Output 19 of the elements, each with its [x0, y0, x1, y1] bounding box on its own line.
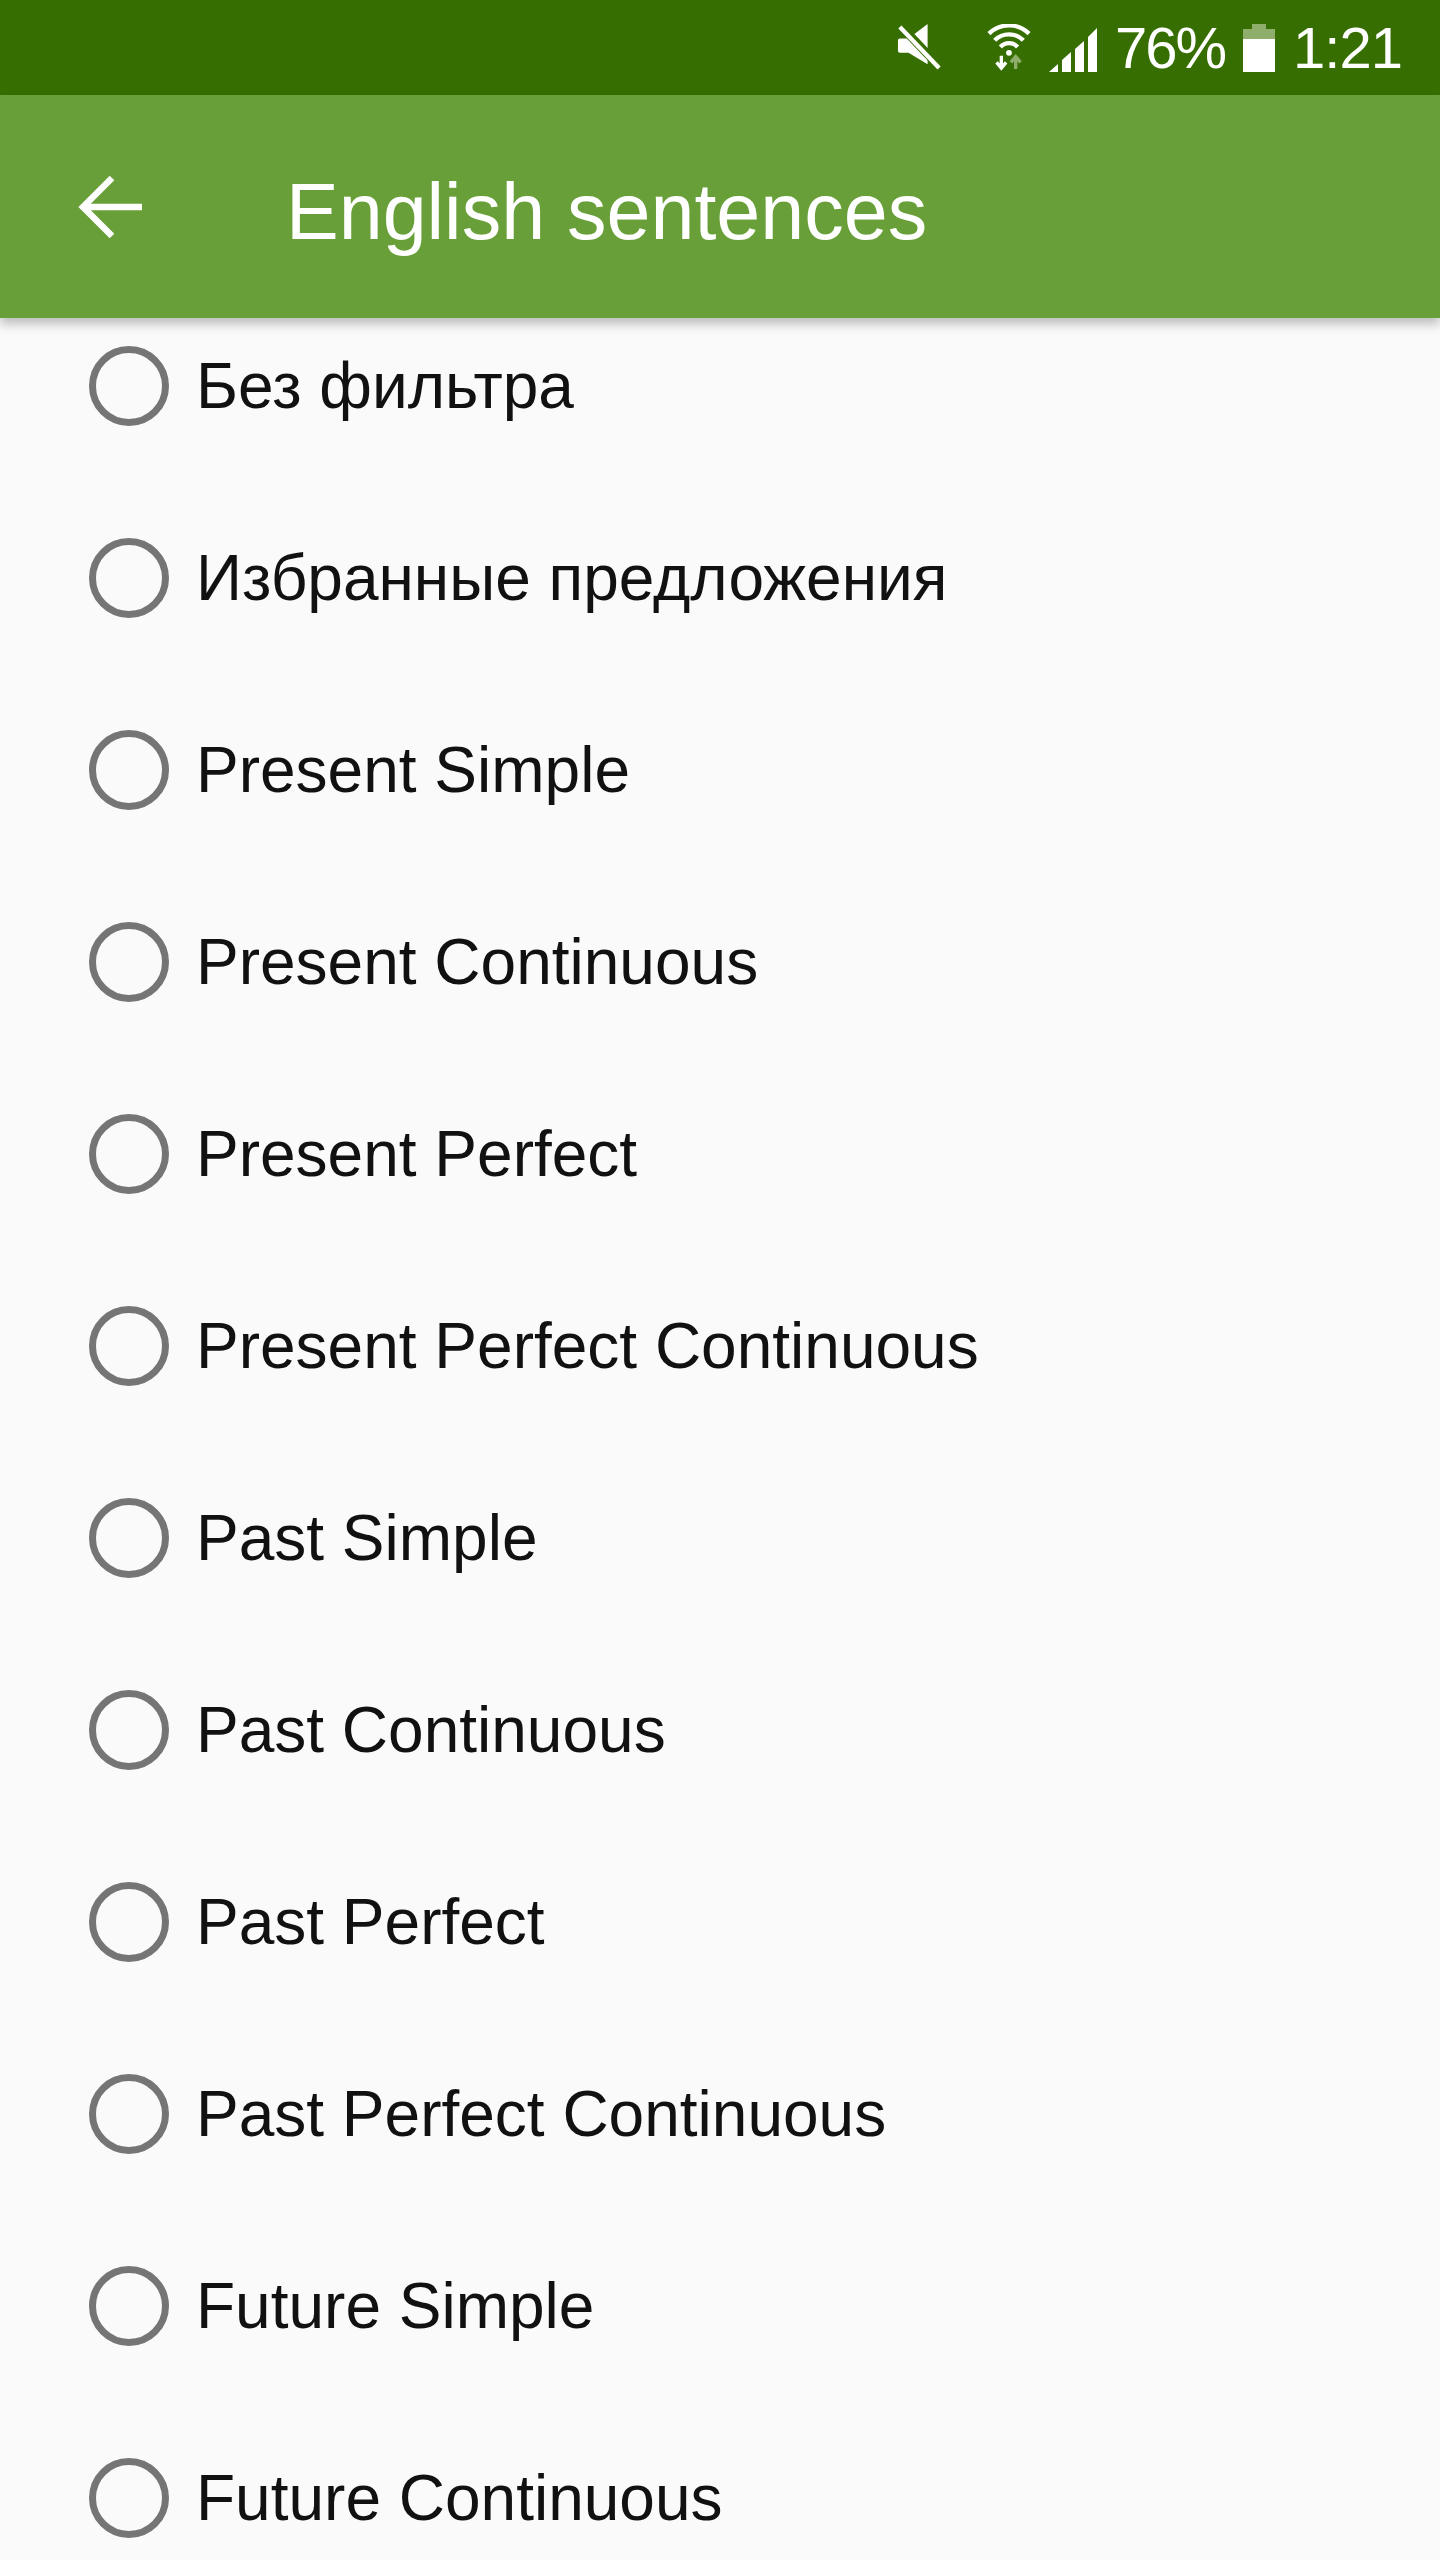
radio-option[interactable]: Без фильтра	[89, 346, 574, 426]
clock-time: 1:21	[1293, 18, 1402, 77]
screen-title: English sentences	[286, 166, 928, 259]
radio-option[interactable]: Past Perfect Continuous	[89, 2074, 887, 2154]
battery-percent: 76%	[1115, 18, 1226, 77]
radio-option[interactable]: Future Continuous	[89, 2458, 723, 2538]
radio-option[interactable]: Present Continuous	[89, 922, 759, 1002]
battery-icon	[1243, 23, 1276, 72]
back-arrow-icon	[78, 174, 142, 239]
radio-option[interactable]: Present Simple	[89, 730, 630, 810]
radio-option[interactable]: Present Perfect	[89, 1114, 638, 1194]
radio-option[interactable]: Past Continuous	[89, 1690, 666, 1770]
radio-option[interactable]: Present Perfect Continuous	[89, 1306, 979, 1386]
wifi-icon	[987, 23, 1031, 72]
radio-option[interactable]: Past Simple	[89, 1498, 538, 1578]
radio-option[interactable]: Избранные предложения	[89, 538, 948, 618]
radio-option[interactable]: Future Simple	[89, 2266, 595, 2346]
radio-option[interactable]: Past Perfect	[89, 1882, 545, 1962]
mute-icon	[897, 23, 941, 72]
